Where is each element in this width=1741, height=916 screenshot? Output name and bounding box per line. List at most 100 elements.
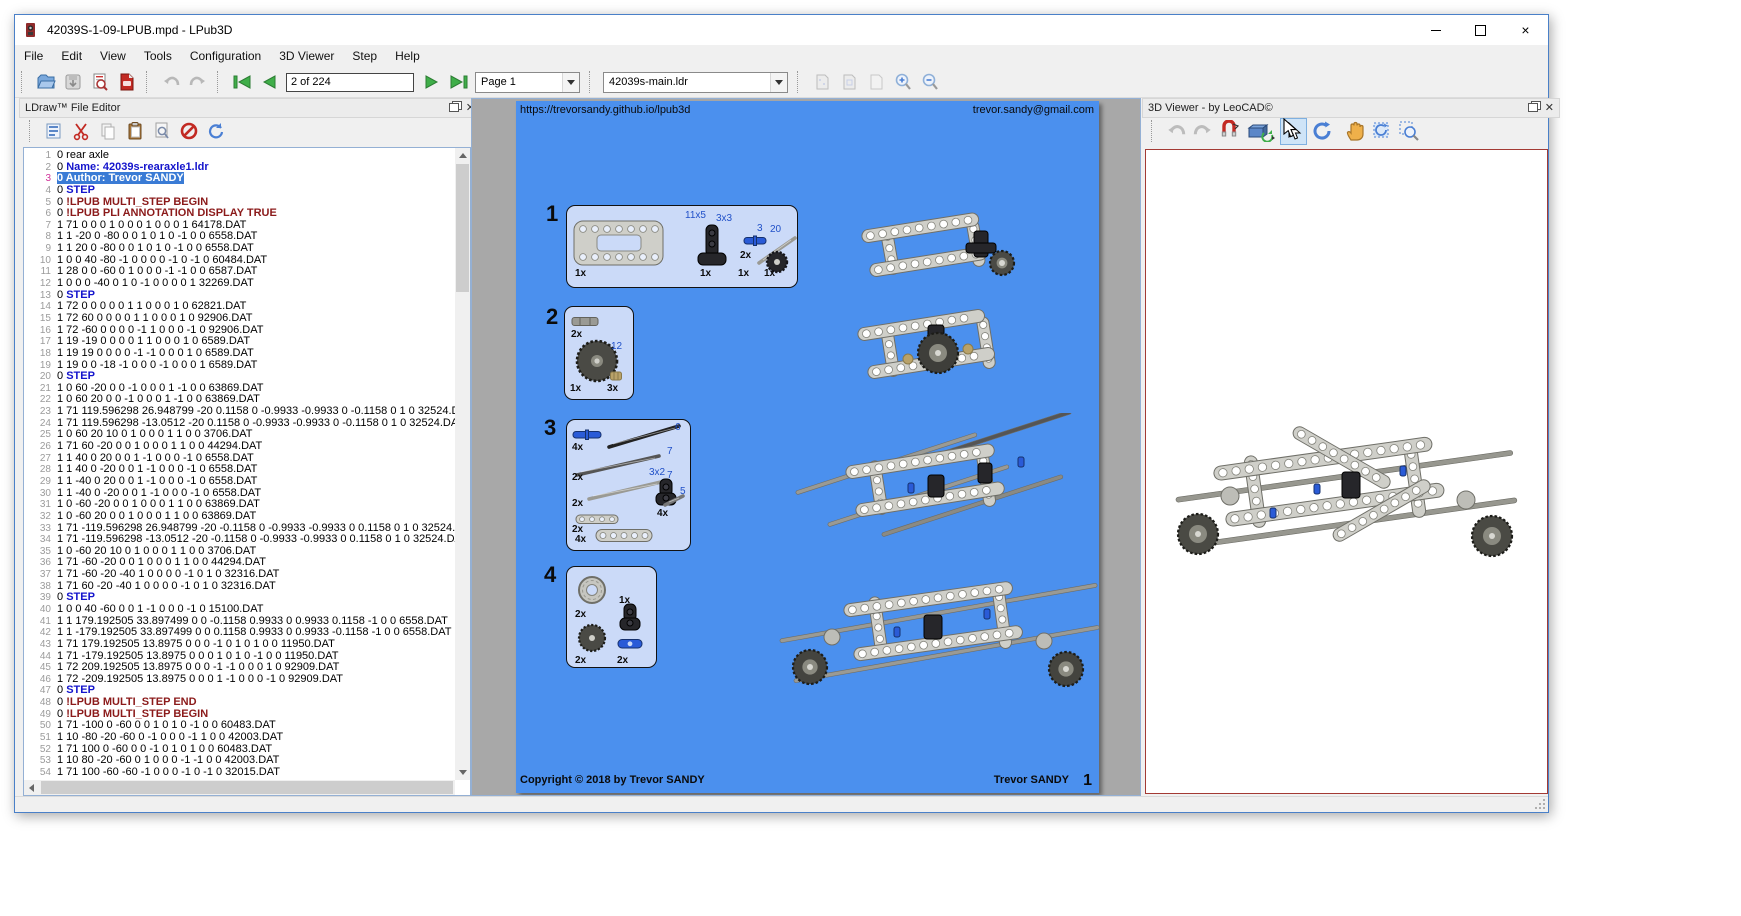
undo-button[interactable] <box>158 70 183 95</box>
scroll-up-button[interactable] <box>455 148 470 163</box>
editor-line[interactable]: 261 71 60 -20 0 0 1 0 0 0 1 1 0 0 44294.… <box>24 441 455 453</box>
minimize-button[interactable] <box>1413 15 1458 45</box>
first-page-button[interactable] <box>229 70 254 95</box>
open-file-button[interactable] <box>33 70 58 95</box>
scroll-thumb[interactable] <box>456 164 469 292</box>
save-button[interactable] <box>60 70 85 95</box>
part-image[interactable] <box>595 528 653 548</box>
editor-line[interactable]: 511 10 -80 -20 -60 0 -1 0 0 0 -1 1 0 0 4… <box>24 732 455 744</box>
line-number: 7 <box>24 220 57 232</box>
cut-button[interactable] <box>68 119 93 144</box>
fit-visible-button[interactable] <box>836 70 861 95</box>
step-2-assembly-image[interactable] <box>850 299 1025 406</box>
page-canvas[interactable]: https://trevorsandy.github.io/lpub3d tre… <box>471 98 1141 796</box>
maximize-button[interactable] <box>1458 15 1503 45</box>
ldraw-editor[interactable]: 10 rear axle20 Name: 42039s-rearaxle1.ld… <box>23 147 471 796</box>
refresh-button[interactable] <box>203 119 228 144</box>
submodel-select-combo[interactable]: 42039s-main.ldr <box>603 72 788 93</box>
step-4-assembly-image[interactable] <box>774 549 1109 719</box>
editor-vertical-scrollbar[interactable] <box>455 148 470 780</box>
scroll-thumb[interactable] <box>41 781 453 794</box>
zoom-out-button[interactable] <box>917 70 942 95</box>
part-image[interactable] <box>697 224 727 271</box>
menu-view[interactable]: View <box>91 46 135 66</box>
editor-line[interactable]: 371 71 -60 -20 -40 1 0 0 0 0 -1 0 1 0 32… <box>24 569 455 581</box>
step-3-assembly-image[interactable] <box>786 413 1091 558</box>
export-pdf-button[interactable] <box>114 70 139 95</box>
editor-horizontal-scrollbar[interactable] <box>24 780 455 795</box>
page-footer-copyright: Copyright © 2018 by Trevor SANDY <box>520 774 705 786</box>
menu-help[interactable]: Help <box>386 46 429 66</box>
viewer-redo-button[interactable] <box>1190 119 1215 144</box>
editor-line[interactable]: 151 72 60 0 0 0 0 1 1 0 0 0 1 0 92906.DA… <box>24 313 455 325</box>
zoom-in-icon <box>893 72 913 92</box>
menu-3d-viewer[interactable]: 3D Viewer <box>270 46 343 66</box>
toolbar-separator <box>797 71 804 93</box>
part-image[interactable] <box>575 573 609 612</box>
zoom-region-button[interactable] <box>1396 119 1421 144</box>
copy-button[interactable] <box>95 119 120 144</box>
fit-width-button[interactable] <box>809 70 834 95</box>
step-1-parts-box[interactable]: 1x11x51x3x32x31x201x <box>566 205 798 288</box>
line-number: 41 <box>24 616 57 628</box>
editor-line[interactable]: 321 0 -60 20 0 0 1 0 0 0 1 1 0 0 63869.D… <box>24 511 455 523</box>
part-image[interactable] <box>573 216 665 275</box>
rotate-tool-button[interactable] <box>1309 119 1334 144</box>
viewer-viewport[interactable] <box>1145 149 1548 794</box>
line-text: 1 10 -80 -20 -60 0 -1 0 0 0 -1 1 0 0 420… <box>57 732 283 744</box>
menu-tools[interactable]: Tools <box>135 46 181 66</box>
previous-page-button[interactable] <box>256 70 281 95</box>
line-number: 45 <box>24 662 57 674</box>
paste-button[interactable] <box>122 119 147 144</box>
menu-step[interactable]: Step <box>343 46 386 66</box>
part-image[interactable] <box>577 623 607 658</box>
part-image[interactable] <box>619 603 641 636</box>
reload-model-button[interactable] <box>1244 119 1278 144</box>
viewer-close-button[interactable]: ✕ <box>1545 102 1554 114</box>
line-number: 10 <box>24 255 57 267</box>
step-2-parts-box[interactable]: 2x1x123x <box>564 306 634 400</box>
step-1-assembly-image[interactable] <box>856 205 1021 295</box>
discard-button[interactable] <box>176 119 201 144</box>
page-select-combo[interactable]: Page 1 <box>475 72 580 93</box>
snap-angle-button[interactable] <box>1217 119 1242 144</box>
redo-button[interactable] <box>185 70 210 95</box>
editor-line[interactable]: 541 71 100 -60 -60 -1 0 0 0 -1 0 -1 0 32… <box>24 767 455 779</box>
close-button[interactable]: × <box>1503 15 1548 45</box>
edit-line-button[interactable] <box>41 119 66 144</box>
resize-grip-icon[interactable] <box>1534 798 1546 810</box>
viewer-undo-button[interactable] <box>1163 119 1188 144</box>
editor-lines[interactable]: 10 rear axle20 Name: 42039s-rearaxle1.ld… <box>24 150 455 780</box>
step-4-parts-box[interactable]: 2x1x2x2x <box>566 566 657 668</box>
scroll-down-button[interactable] <box>455 765 470 780</box>
menu-file[interactable]: File <box>15 46 52 66</box>
menu-configuration[interactable]: Configuration <box>181 46 270 66</box>
print-preview-button[interactable] <box>87 70 112 95</box>
next-page-button[interactable] <box>419 70 444 95</box>
next-page-icon <box>422 72 442 92</box>
rotate-icon <box>1311 120 1333 142</box>
zoom-in-button[interactable] <box>890 70 915 95</box>
step-3-parts-box[interactable]: 4x62x72x74x3x252x4x <box>566 419 691 551</box>
line-number: 13 <box>24 290 57 302</box>
part-image[interactable] <box>617 637 643 655</box>
editor-line[interactable]: 291 1 -40 0 20 0 0 1 -1 0 0 0 -1 0 6558.… <box>24 476 455 488</box>
rotate-view-button[interactable] <box>1369 119 1394 144</box>
line-number: 38 <box>24 581 57 593</box>
page-number-input[interactable] <box>286 73 414 92</box>
viewer-float-button[interactable] <box>1527 102 1539 114</box>
editor-line[interactable]: 231 71 119.596298 26.948799 -20 0.1158 0… <box>24 406 455 418</box>
find-button[interactable] <box>149 119 174 144</box>
editor-line[interactable]: 431 71 179.192505 13.8975 0 0 0 -1 0 1 0… <box>24 639 455 651</box>
actual-size-button[interactable] <box>863 70 888 95</box>
editor-float-button[interactable] <box>448 102 460 114</box>
toolbar-handle <box>1151 120 1158 142</box>
editor-line[interactable]: 181 19 19 0 0 0 0 -1 -1 0 0 0 1 0 6589.D… <box>24 348 455 360</box>
editor-line[interactable]: 401 0 0 40 -60 0 0 1 -1 0 0 0 -1 0 15100… <box>24 604 455 616</box>
menu-edit[interactable]: Edit <box>52 46 91 66</box>
pan-tool-button[interactable] <box>1342 119 1367 144</box>
scroll-left-button[interactable] <box>24 780 39 795</box>
last-page-button[interactable] <box>446 70 471 95</box>
part-image[interactable] <box>587 480 663 507</box>
instruction-page[interactable]: https://trevorsandy.github.io/lpub3d tre… <box>516 101 1099 793</box>
